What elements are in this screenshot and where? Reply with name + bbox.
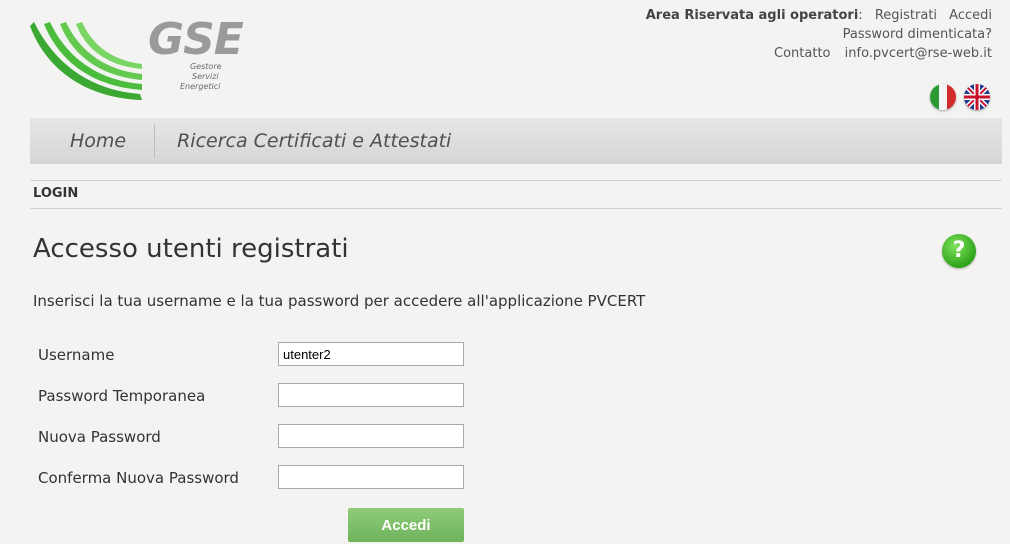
logo-swoosh-icon	[30, 22, 142, 100]
help-icon[interactable]: ?	[942, 234, 976, 268]
account-links: Area Riservata agli operatori: Registrat…	[646, 6, 992, 63]
login-link[interactable]: Accedi	[949, 8, 992, 23]
confirm-password-label: Conferma Nuova Password	[38, 469, 239, 487]
page: GSE Gestore Servizi Energetici Area Rise…	[0, 0, 1010, 544]
reserved-area-label: Area Riservata agli operatori	[645, 8, 859, 23]
nav-search-certificates[interactable]: Ricerca Certificati e Attestati	[155, 118, 473, 164]
login-submit-button[interactable]: Accedi	[348, 508, 464, 542]
contact-email-link[interactable]: info.pvcert@rse-web.it	[845, 46, 992, 61]
logo-sub-servizi: Servizi	[192, 72, 219, 81]
gse-logo[interactable]: GSE Gestore Servizi Energetici	[30, 14, 244, 104]
intro-text: Inserisci la tua username e la tua passw…	[33, 292, 646, 310]
register-link[interactable]: Registrati	[875, 8, 937, 23]
new-password-label: Nuova Password	[38, 428, 161, 446]
divider-top	[30, 180, 1002, 181]
logo-wordmark: GSE	[148, 14, 244, 65]
temp-password-input[interactable]	[278, 383, 464, 407]
username-label: Username	[38, 346, 115, 364]
forgot-password-link[interactable]: Password dimenticata?	[843, 27, 992, 42]
italian-flag-icon[interactable]	[930, 84, 956, 110]
reserved-area-colon: :	[858, 8, 863, 23]
confirm-password-input[interactable]	[278, 465, 464, 489]
uk-flag-icon[interactable]	[964, 84, 990, 110]
logo-sub-gestore: Gestore	[190, 62, 222, 71]
new-password-input[interactable]	[278, 424, 464, 448]
main-nav: Home Ricerca Certificati e Attestati	[30, 118, 1002, 164]
nav-home[interactable]: Home	[30, 118, 154, 164]
logo-sub-energetici: Energetici	[180, 82, 221, 91]
contact-label: Contatto	[774, 46, 831, 61]
section-label: LOGIN	[33, 186, 79, 201]
page-title: Accesso utenti registrati	[33, 234, 349, 264]
username-input[interactable]	[278, 342, 464, 366]
divider-bottom	[30, 208, 1002, 209]
temp-password-label: Password Temporanea	[38, 387, 206, 405]
language-switcher	[930, 84, 990, 110]
